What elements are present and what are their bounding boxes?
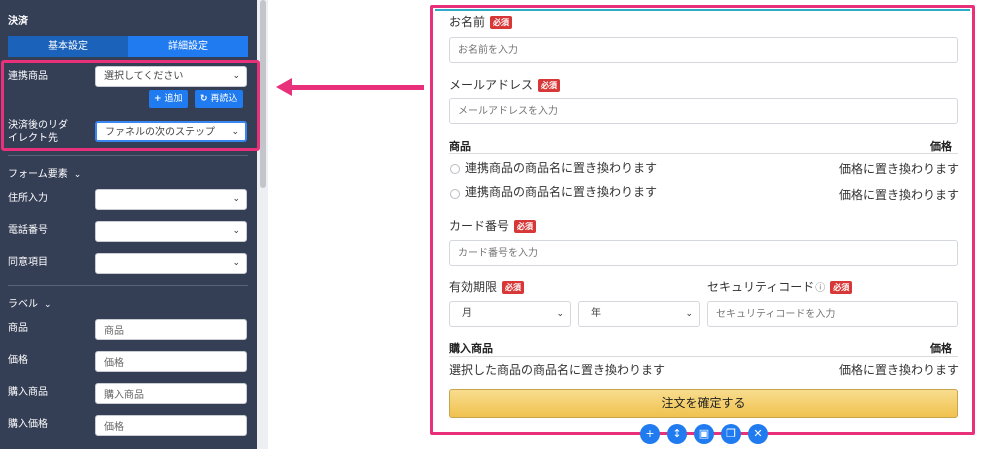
purchased-divider <box>449 356 958 357</box>
label-section-toggle[interactable]: ラベル ⌄ <box>8 295 52 310</box>
products-header: 商品 <box>449 140 471 153</box>
card-field-label: カード番号 必須 <box>449 217 537 234</box>
required-badge: 必須 <box>830 281 853 294</box>
form-elements-section-toggle[interactable]: フォーム要素 ⌄ <box>8 165 81 180</box>
chevron-down-icon: ⌄ <box>232 194 240 204</box>
confirm-order-button[interactable]: 注文を確定する <box>449 389 958 418</box>
sidebar-divider <box>8 285 248 286</box>
price-header: 価格 <box>930 140 952 153</box>
help-icon[interactable]: ⓘ <box>815 283 825 294</box>
chevron-down-icon: ⌄ <box>685 309 693 319</box>
price-label-input[interactable] <box>95 351 247 372</box>
security-code-input[interactable] <box>707 301 958 327</box>
product-price-1: 価格に置き換わります <box>839 162 960 176</box>
product-radio-2[interactable] <box>450 189 460 199</box>
form-elements-section-title: フォーム要素 <box>8 169 68 180</box>
phone-select[interactable]: ⌄ <box>95 221 247 242</box>
sidebar-scrollbar-thumb[interactable] <box>260 0 266 188</box>
expiry-month-value: 月 <box>462 308 472 319</box>
expiry-month-select[interactable]: 月 ⌄ <box>449 301 571 327</box>
product-label-label: 商品 <box>8 323 28 334</box>
product-name-1: 連携商品の商品名に置き換わります <box>465 161 658 175</box>
expiry-year-select[interactable]: 年 ⌄ <box>578 301 700 327</box>
move-icon[interactable]: ↕ <box>667 424 687 444</box>
chevron-down-icon: ⌄ <box>44 300 52 310</box>
expiry-label-text: 有効期限 <box>449 280 498 294</box>
arrow-head-icon <box>276 78 292 96</box>
product-label-input[interactable] <box>95 319 247 340</box>
email-input[interactable] <box>449 98 958 124</box>
purchased-product-price: 価格に置き換わります <box>839 363 960 377</box>
chevron-down-icon: ⌄ <box>232 226 240 236</box>
delete-icon[interactable]: ✕ <box>748 424 768 444</box>
name-label-text: お名前 <box>449 15 486 29</box>
chevron-down-icon: ⌄ <box>232 258 240 268</box>
expiry-field-label: 有効期限 必須 <box>449 278 525 295</box>
product-price-2: 価格に置き換わります <box>839 188 960 202</box>
form-top-border <box>435 9 970 11</box>
tab-advanced-settings[interactable]: 詳細設定 <box>128 36 248 57</box>
purchased-product-name: 選択した商品の商品名に置き換わります <box>449 363 666 377</box>
name-input[interactable] <box>449 37 958 63</box>
chevron-down-icon: ⌄ <box>556 309 564 319</box>
purchased-product-label-input[interactable] <box>95 383 247 404</box>
address-input-label: 住所入力 <box>8 193 48 204</box>
save-icon[interactable]: ▣ <box>694 424 714 444</box>
label-section-title: ラベル <box>8 299 38 310</box>
security-label-text: セキュリティコード <box>707 280 815 294</box>
sidebar-divider <box>8 155 248 156</box>
consent-select[interactable]: ⌄ <box>95 253 247 274</box>
expiry-year-value: 年 <box>591 308 601 319</box>
security-field-label: セキュリティコードⓘ 必須 <box>707 278 853 295</box>
address-input-select[interactable]: ⌄ <box>95 189 247 210</box>
email-label-text: メールアドレス <box>449 78 534 92</box>
required-badge: 必須 <box>514 220 537 233</box>
required-badge: 必須 <box>502 281 525 294</box>
price-label-label: 価格 <box>8 355 28 366</box>
purchased-price-label-input[interactable] <box>95 415 247 436</box>
copy-icon[interactable]: ❐ <box>721 424 741 444</box>
purchased-header: 購入商品 <box>449 342 493 355</box>
purchased-price-header: 価格 <box>930 342 952 355</box>
product-radio-1[interactable] <box>450 164 460 174</box>
purchased-price-label-label: 購入価格 <box>8 419 48 430</box>
sidebar-title: 決済 <box>8 16 28 27</box>
card-number-input[interactable] <box>449 240 958 266</box>
purchased-product-label-label: 購入商品 <box>8 387 48 398</box>
consent-label: 同意項目 <box>8 257 48 268</box>
highlight-box <box>1 60 260 151</box>
editor-root: 決済 基本設定 詳細設定 連携商品 選択してください ⌄ + 追加 ↻ 再読込 決済… <box>0 0 985 449</box>
phone-label: 電話番号 <box>8 225 48 236</box>
arrow-left-icon <box>290 85 424 90</box>
sidebar-tabs: 基本設定 詳細設定 <box>8 36 248 57</box>
required-badge: 必須 <box>490 16 513 29</box>
name-field-label: お名前 必須 <box>449 13 513 30</box>
required-badge: 必須 <box>538 79 561 92</box>
add-icon[interactable]: + <box>640 424 660 444</box>
products-divider <box>449 153 958 154</box>
product-name-2: 連携商品の商品名に置き換わります <box>465 185 658 199</box>
email-field-label: メールアドレス 必須 <box>449 76 561 93</box>
card-label-text: カード番号 <box>449 219 510 233</box>
tab-basic-settings[interactable]: 基本設定 <box>8 36 128 57</box>
chevron-down-icon: ⌄ <box>73 170 82 180</box>
